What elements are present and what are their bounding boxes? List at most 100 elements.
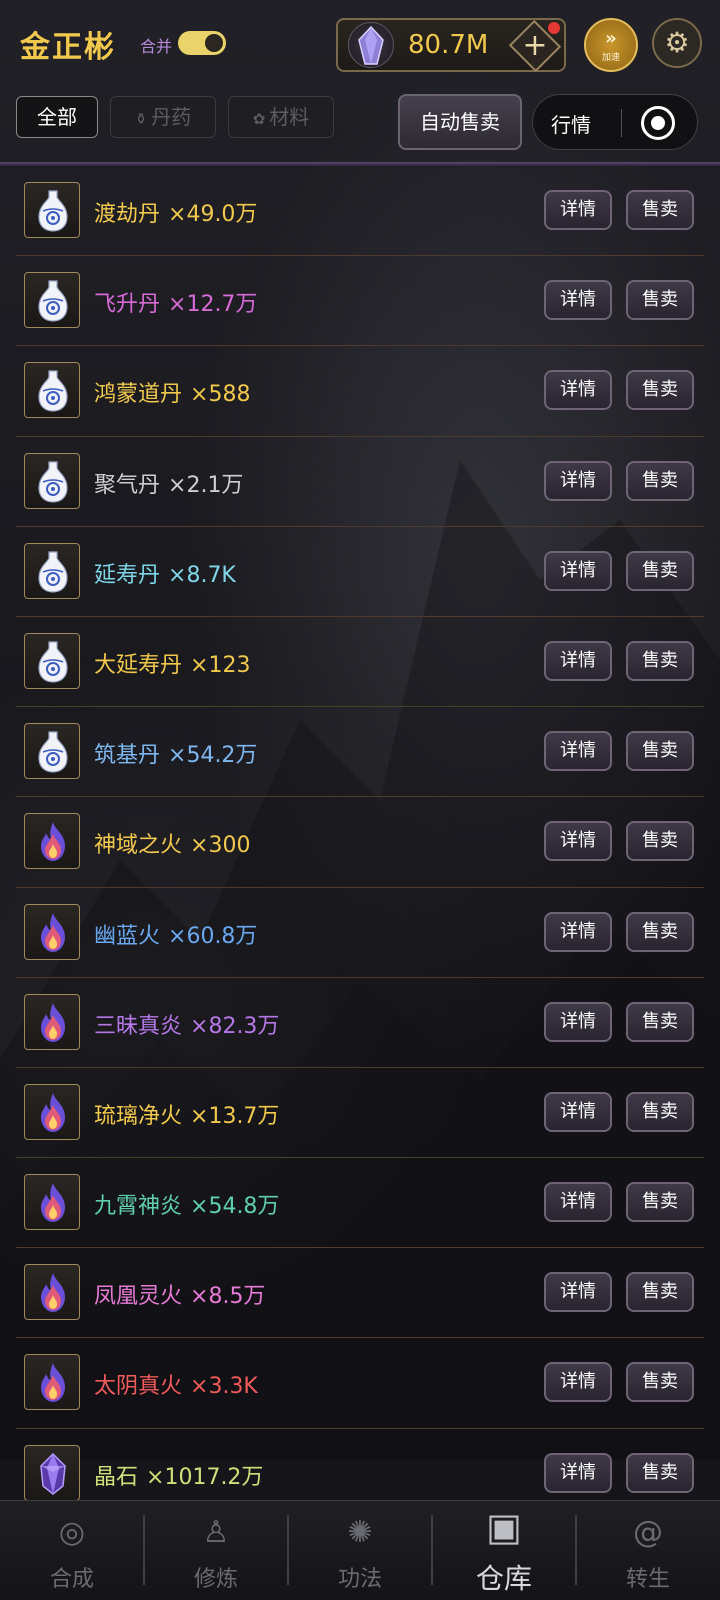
- detail-button[interactable]: 详情: [544, 821, 612, 862]
- item-name: 飞升丹 ×12.7万: [94, 286, 257, 318]
- market-label: 行情: [551, 113, 591, 137]
- vase-icon[interactable]: [24, 452, 80, 509]
- sell-button[interactable]: 售卖: [626, 1091, 694, 1132]
- sell-button[interactable]: 售卖: [626, 1452, 694, 1493]
- top-header: 金正彬 合并 80.7M + » 加速 ⚙: [0, 0, 720, 88]
- detail-button[interactable]: 详情: [544, 1091, 612, 1132]
- detail-button[interactable]: 详情: [544, 1362, 612, 1403]
- sell-button[interactable]: 售卖: [626, 821, 694, 862]
- nav-item-rebirth[interactable]: @ 转生: [576, 1501, 720, 1600]
- inventory-row: 凤凰灵火 ×8.5万 详情 售卖: [16, 1248, 704, 1339]
- item-count: ×82.3万: [190, 1013, 280, 1039]
- detail-button[interactable]: 详情: [544, 550, 612, 591]
- flame-icon[interactable]: [24, 903, 80, 960]
- nav-divider: [143, 1515, 145, 1585]
- technique-icon: ✺: [347, 1515, 373, 1550]
- detail-button[interactable]: 详情: [544, 370, 612, 411]
- sell-button[interactable]: 售卖: [626, 550, 694, 591]
- market-button[interactable]: 行情: [532, 94, 698, 150]
- nav-item-technique[interactable]: ✺ 功法: [288, 1501, 432, 1600]
- item-name: 鸿蒙道丹 ×588: [94, 376, 250, 408]
- item-name-text: 飞升丹: [94, 292, 161, 318]
- flame-icon[interactable]: [24, 1083, 80, 1140]
- auto-sell-button[interactable]: 自动售卖: [398, 94, 522, 150]
- inventory-row: 九霄神炎 ×54.8万 详情 售卖: [16, 1158, 704, 1249]
- flame-icon[interactable]: [24, 1174, 80, 1231]
- sell-button[interactable]: 售卖: [626, 1001, 694, 1042]
- item-name: 延寿丹 ×8.7K: [94, 557, 236, 589]
- crystal-icon[interactable]: [24, 1444, 80, 1501]
- tab-materials[interactable]: ✿ 材料: [228, 96, 334, 138]
- detail-button[interactable]: 详情: [544, 280, 612, 321]
- tab-all[interactable]: 全部: [16, 96, 98, 138]
- meditation-icon: ♙: [202, 1515, 230, 1550]
- vase-icon[interactable]: [24, 272, 80, 329]
- inventory-row: 延寿丹 ×8.7K 详情 售卖: [16, 527, 704, 617]
- vase-icon[interactable]: [24, 182, 80, 238]
- vase-icon[interactable]: [24, 542, 80, 599]
- settings-button[interactable]: ⚙: [652, 18, 702, 68]
- nav-divider: [575, 1515, 577, 1585]
- inventory-row: 神域之火 ×300 详情 售卖: [16, 797, 704, 888]
- detail-button[interactable]: 详情: [544, 1452, 612, 1493]
- inventory-row: 渡劫丹 ×49.0万 详情 售卖: [16, 166, 704, 257]
- sell-button[interactable]: 售卖: [626, 190, 694, 230]
- sell-button[interactable]: 售卖: [626, 731, 694, 772]
- item-name-text: 神域之火: [94, 833, 183, 859]
- flame-icon[interactable]: [24, 813, 80, 870]
- flask-icon: ⚱: [134, 110, 148, 128]
- merge-label: 合并: [140, 37, 173, 56]
- flame-icon[interactable]: [24, 1354, 80, 1411]
- synthesis-icon: ◎: [58, 1515, 86, 1550]
- rebirth-icon: @: [633, 1515, 663, 1550]
- sell-button[interactable]: 售卖: [626, 911, 694, 952]
- detail-button[interactable]: 详情: [544, 640, 612, 681]
- sell-button[interactable]: 售卖: [626, 1182, 694, 1223]
- detail-button[interactable]: 详情: [544, 460, 612, 501]
- detail-button[interactable]: 详情: [544, 1182, 612, 1223]
- detail-button[interactable]: 详情: [544, 1272, 612, 1313]
- sell-button[interactable]: 售卖: [626, 280, 694, 321]
- nav-divider: [431, 1515, 433, 1585]
- item-name-text: 太阴真火: [94, 1374, 183, 1400]
- vase-icon[interactable]: [24, 723, 80, 780]
- item-name-text: 琉璃净火: [94, 1103, 183, 1129]
- nav-label: 修炼: [193, 1567, 238, 1592]
- spirit-crystal-icon: [348, 22, 394, 68]
- item-count: ×1017.2万: [146, 1464, 264, 1490]
- sell-button[interactable]: 售卖: [626, 1272, 694, 1313]
- merge-toggle[interactable]: [178, 31, 226, 55]
- sell-button[interactable]: 售卖: [626, 370, 694, 411]
- item-count: ×588: [190, 382, 251, 408]
- item-name: 幽蓝火 ×60.8万: [94, 918, 257, 950]
- inventory-row: 筑基丹 ×54.2万 详情 售卖: [16, 707, 704, 798]
- target-icon[interactable]: [641, 106, 675, 140]
- nav-label: 转生: [625, 1567, 670, 1592]
- item-name-text: 延寿丹: [94, 562, 161, 588]
- sell-button[interactable]: 售卖: [626, 460, 694, 501]
- currency-value: 80.7M: [408, 30, 489, 60]
- speed-up-button[interactable]: » 加速: [584, 18, 638, 72]
- sell-button[interactable]: 售卖: [626, 1362, 694, 1403]
- item-name-text: 晶石: [94, 1464, 139, 1490]
- detail-button[interactable]: 详情: [544, 731, 612, 772]
- tab-materials-label: 材料: [269, 105, 310, 129]
- detail-button[interactable]: 详情: [544, 190, 612, 230]
- detail-button[interactable]: 详情: [544, 1001, 612, 1042]
- inventory-row: 太阴真火 ×3.3K 详情 售卖: [16, 1338, 704, 1429]
- nav-item-meditation[interactable]: ♙ 修炼: [144, 1501, 288, 1600]
- vase-icon[interactable]: [24, 362, 80, 419]
- vase-icon[interactable]: [24, 632, 80, 689]
- inventory-row: 幽蓝火 ×60.8万 详情 售卖: [16, 888, 704, 978]
- nav-item-synthesis[interactable]: ◎ 合成: [0, 1501, 144, 1600]
- sell-button[interactable]: 售卖: [626, 640, 694, 681]
- gear-icon: ⚙: [664, 26, 690, 59]
- inventory-row: 聚气丹 ×2.1万 详情 售卖: [16, 437, 704, 527]
- tab-pills[interactable]: ⚱ 丹药: [110, 96, 216, 138]
- nav-item-chest[interactable]: ▣ 仓库: [432, 1501, 576, 1600]
- item-count: ×3.3K: [190, 1374, 258, 1400]
- flame-icon[interactable]: [24, 1264, 80, 1321]
- tab-pills-label: 丹药: [151, 105, 192, 129]
- detail-button[interactable]: 详情: [544, 911, 612, 952]
- flame-icon[interactable]: [24, 993, 80, 1050]
